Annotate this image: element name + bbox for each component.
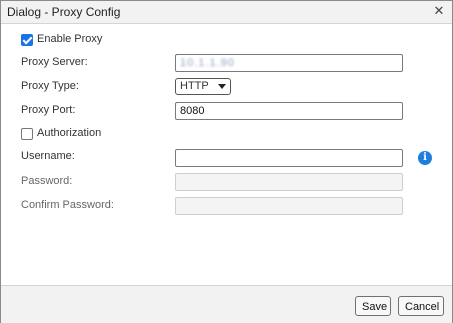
save-button[interactable]: Save [355,296,391,316]
enable-proxy-checkbox[interactable] [21,34,33,46]
proxy-server-label: Proxy Server: [21,56,88,68]
username-input[interactable] [175,149,403,167]
dialog-title: Dialog - Proxy Config [7,5,121,19]
proxy-type-select[interactable]: HTTP [175,78,231,95]
confirm-password-label: Confirm Password: [21,199,114,211]
enable-proxy-label[interactable]: Enable Proxy [37,33,102,45]
info-icon[interactable]: i [418,151,432,165]
proxy-port-value: 8080 [180,105,205,117]
proxy-port-label: Proxy Port: [21,104,76,116]
confirm-password-input [175,197,403,215]
chevron-down-icon [218,84,226,89]
cancel-button[interactable]: Cancel [398,296,444,316]
dialog-footer: Save Cancel [1,285,452,323]
authorization-checkbox[interactable] [21,128,33,140]
proxy-server-input[interactable]: 10.1.1.90 [175,54,403,72]
authorization-label[interactable]: Authorization [37,127,101,139]
password-label: Password: [21,175,73,187]
proxy-port-input[interactable]: 8080 [175,102,403,120]
proxy-type-label: Proxy Type: [21,80,79,92]
proxy-server-value: 10.1.1.90 [180,57,235,69]
proxy-config-dialog: Dialog - Proxy Config ✕ Enable Proxy Pro… [0,0,453,323]
password-input [175,173,403,191]
close-icon[interactable]: ✕ [432,3,446,19]
title-bar: Dialog - Proxy Config ✕ [1,1,452,24]
username-label: Username: [21,150,75,162]
proxy-type-value: HTTP [180,80,209,92]
